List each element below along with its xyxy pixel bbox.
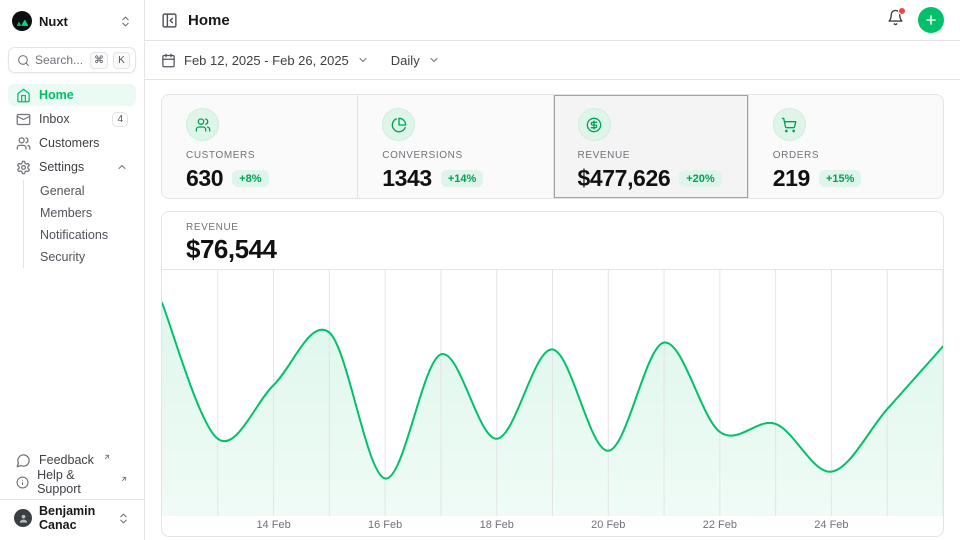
notification-dot	[898, 7, 906, 15]
nuxt-logo-icon	[12, 11, 32, 31]
sidebar-item-notifications[interactable]: Notifications	[24, 224, 136, 246]
chevrons-up-down-icon	[119, 15, 132, 28]
stat-value: 630	[186, 165, 223, 192]
stat-label: CONVERSIONS	[382, 150, 542, 161]
stat-delta-badge: +8%	[232, 170, 268, 187]
kbd-meta: ⌘	[90, 52, 108, 69]
app-window: Nuxt Search... ⌘ K Home Inbox 4 Cust	[0, 0, 960, 540]
footer-item-label: Help & Support	[37, 468, 111, 496]
search-icon	[17, 54, 30, 67]
granularity-select[interactable]: Daily	[391, 53, 440, 68]
users-icon	[186, 108, 219, 141]
sidebar-item-label: Settings	[39, 160, 84, 174]
users-icon	[16, 136, 31, 151]
inbox-icon	[16, 112, 31, 127]
stat-value: $477,626	[578, 165, 671, 192]
cart-icon	[773, 108, 806, 141]
info-circle-icon	[16, 475, 29, 490]
sidebar-divider	[0, 499, 144, 500]
x-tick-label: 22 Feb	[703, 519, 737, 531]
stat-card-conversions[interactable]: CONVERSIONS 1343 +14%	[357, 95, 552, 198]
external-link-icon	[103, 450, 111, 464]
sidebar-spacer	[8, 268, 136, 449]
x-tick-label: 14 Feb	[256, 519, 290, 531]
help-support-link[interactable]: Help & Support	[8, 471, 136, 493]
inbox-count-badge: 4	[112, 112, 128, 127]
search-input[interactable]: Search... ⌘ K	[8, 47, 136, 73]
sidebar-nav: Home Inbox 4 Customers Settings General	[8, 84, 136, 268]
stat-card-orders[interactable]: ORDERS 219 +15%	[748, 95, 943, 198]
search-placeholder: Search...	[35, 53, 85, 67]
workspace-name: Nuxt	[39, 14, 68, 29]
page-title: Home	[188, 12, 230, 29]
plus-icon	[924, 13, 938, 27]
chevrons-up-down-icon	[117, 512, 130, 525]
date-range-picker[interactable]: Feb 12, 2025 - Feb 26, 2025	[161, 53, 369, 68]
gear-icon	[16, 160, 31, 175]
chart-x-axis: 14 Feb 16 Feb 18 Feb 20 Feb 22 Feb 24 Feb	[162, 516, 943, 536]
user-menu[interactable]: Benjamin Canac	[8, 504, 136, 532]
stat-label: CUSTOMERS	[186, 150, 347, 161]
panel-left-close-icon	[161, 12, 178, 29]
chart-header: REVENUE $76,544	[162, 212, 943, 270]
workspace-switcher[interactable]: Nuxt	[8, 8, 136, 34]
x-tick-label: 24 Feb	[814, 519, 848, 531]
sidebar-item-label: Inbox	[39, 112, 70, 126]
chart-metric-value: $76,544	[186, 234, 919, 265]
house-icon	[16, 88, 31, 103]
sidebar-item-general[interactable]: General	[24, 180, 136, 202]
stat-card-customers[interactable]: CUSTOMERS 630 +8%	[162, 95, 357, 198]
chevron-down-icon	[428, 54, 440, 66]
revenue-chart-card: REVENUE $76,544	[161, 211, 944, 537]
stat-delta-badge: +15%	[819, 170, 861, 187]
footer-item-label: Feedback	[39, 453, 94, 467]
sidebar-toggle-button[interactable]	[161, 12, 178, 29]
stat-label: REVENUE	[578, 150, 738, 161]
sidebar-item-customers[interactable]: Customers	[8, 132, 136, 154]
x-tick-label: 16 Feb	[368, 519, 402, 531]
sidebar-item-label: Customers	[39, 136, 99, 150]
sidebar-item-members[interactable]: Members	[24, 202, 136, 224]
sidebar: Nuxt Search... ⌘ K Home Inbox 4 Cust	[0, 0, 145, 540]
topbar: Home	[145, 0, 960, 41]
external-link-icon	[120, 472, 128, 486]
settings-submenu: General Members Notifications Security	[23, 180, 136, 268]
main-panel: Home Feb 12, 2025 - Feb 26, 2025 Daily	[145, 0, 960, 540]
topbar-actions	[887, 7, 944, 33]
chart-canvas	[162, 270, 943, 516]
x-tick-label: 20 Feb	[591, 519, 625, 531]
dashboard-content: CUSTOMERS 630 +8% CONVERSIONS 1343 +14%	[145, 80, 960, 540]
sidebar-item-inbox[interactable]: Inbox 4	[8, 108, 136, 130]
sidebar-item-label: Home	[39, 88, 74, 102]
stat-card-revenue[interactable]: REVENUE $477,626 +20%	[553, 95, 748, 198]
filter-toolbar: Feb 12, 2025 - Feb 26, 2025 Daily	[145, 41, 960, 80]
calendar-icon	[161, 53, 176, 68]
chart-metric-label: REVENUE	[186, 222, 919, 233]
chevron-up-icon	[116, 161, 128, 173]
stats-row: CUSTOMERS 630 +8% CONVERSIONS 1343 +14%	[161, 94, 944, 199]
add-button[interactable]	[918, 7, 944, 33]
x-tick-label: 18 Feb	[480, 519, 514, 531]
chevron-down-icon	[357, 54, 369, 66]
pie-chart-icon	[382, 108, 415, 141]
revenue-area-chart	[162, 270, 943, 516]
stat-delta-badge: +20%	[679, 170, 721, 187]
sidebar-item-settings[interactable]: Settings	[8, 156, 136, 178]
date-range-value: Feb 12, 2025 - Feb 26, 2025	[184, 53, 349, 68]
stat-value: 219	[773, 165, 810, 192]
granularity-value: Daily	[391, 53, 420, 68]
stat-value: 1343	[382, 165, 432, 192]
dollar-circle-icon	[578, 108, 611, 141]
stat-delta-badge: +14%	[441, 170, 483, 187]
notifications-button[interactable]	[887, 9, 904, 31]
sidebar-item-security[interactable]: Security	[24, 246, 136, 268]
avatar	[14, 509, 32, 527]
user-name: Benjamin Canac	[39, 504, 110, 532]
sidebar-item-home[interactable]: Home	[8, 84, 136, 106]
stat-label: ORDERS	[773, 150, 933, 161]
kbd-k: K	[113, 52, 130, 69]
chat-bubble-icon	[16, 453, 31, 468]
